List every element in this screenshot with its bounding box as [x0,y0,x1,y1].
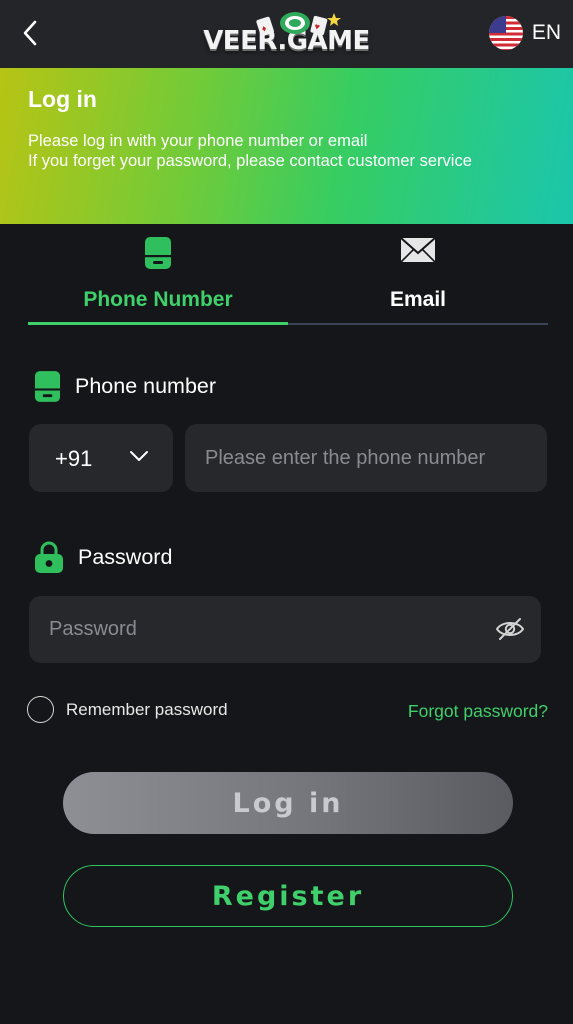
country-code-value: +91 [55,446,93,471]
login-method-tabs: Phone Number Email [28,224,548,326]
banner-text-line1: Please log in with your phone number or … [28,132,368,150]
cards-chips-icon: ♦ ♥ [256,12,341,36]
country-code-select[interactable]: +91 [29,424,173,492]
eye-off-icon[interactable] [495,616,525,642]
password-input-container [29,596,541,663]
chevron-down-icon [130,451,148,461]
tab-email[interactable]: Email [288,224,548,324]
phone-input-container [185,424,547,492]
remember-password-row[interactable]: Remember password [27,696,228,723]
register-button[interactable]: Register [63,865,513,927]
password-label: Password [78,544,173,569]
password-input[interactable] [29,596,541,663]
envelope-icon [400,237,436,263]
phone-icon [34,371,61,402]
login-button[interactable]: Log in [63,772,513,834]
phone-number-label: Phone number [75,374,217,398]
phone-input[interactable] [185,424,547,492]
forgot-password-link[interactable]: Forgot password? [408,701,548,722]
tab-phone-label: Phone Number [83,288,233,311]
login-banner: Log in Please log in with your phone num… [0,68,573,224]
phone-icon [145,237,171,269]
language-label: EN [531,21,561,44]
password-label-row: Password [34,540,172,574]
top-bar: ♦ ♥ VEER.GAME EN [0,0,573,68]
banner-text-line2: If you forget your password, please cont… [28,152,472,170]
us-flag-icon [488,16,523,50]
tab-phone-number[interactable]: Phone Number [28,224,288,324]
active-tab-indicator [28,322,288,325]
remember-password-radio[interactable] [27,696,54,723]
language-selector[interactable]: EN [488,14,561,52]
page-title: Log in [28,86,97,112]
lock-icon [35,541,63,573]
tab-divider [288,323,548,325]
tab-email-label: Email [389,288,447,311]
phone-number-label-row: Phone number [34,370,216,403]
remember-password-label: Remember password [66,699,228,719]
